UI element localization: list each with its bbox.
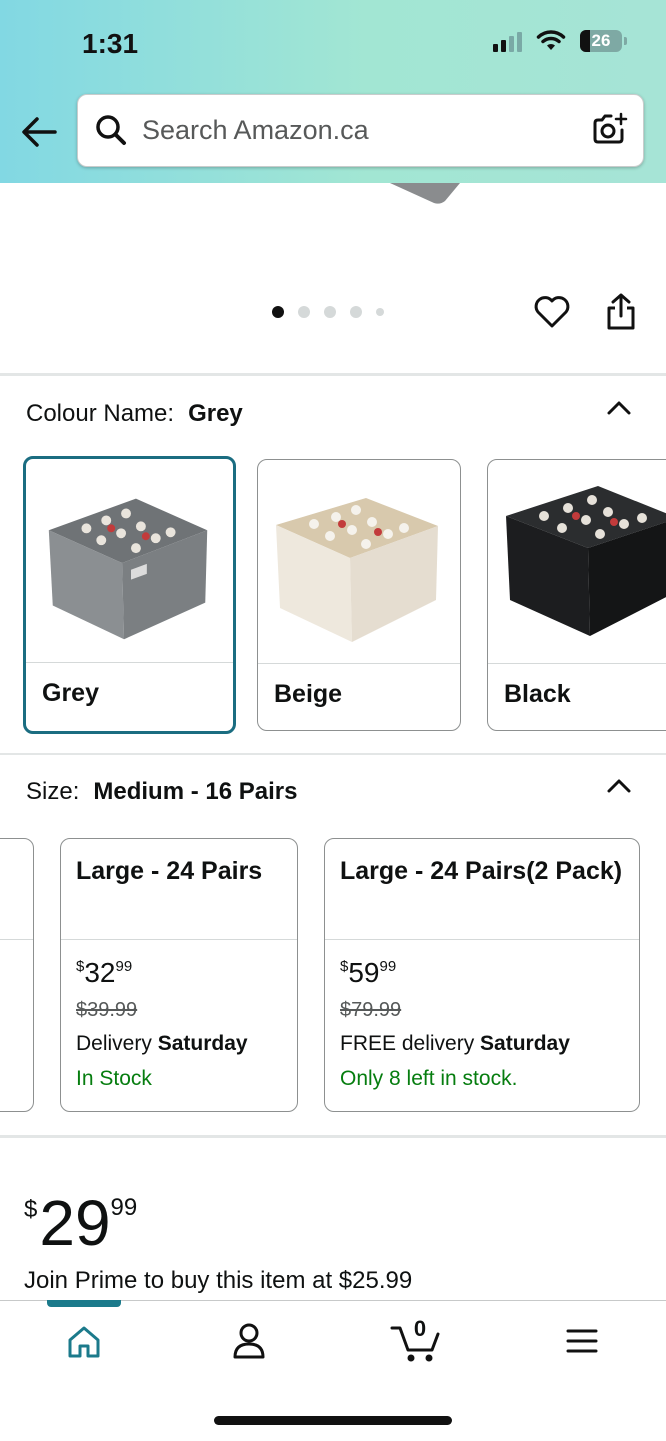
back-arrow-icon[interactable]	[20, 112, 58, 152]
section-divider	[0, 1135, 666, 1138]
account-icon[interactable]	[231, 1322, 267, 1360]
carousel-dot[interactable]	[350, 306, 362, 318]
camera-search-icon[interactable]	[591, 111, 629, 147]
colour-option-label: Beige	[274, 680, 343, 708]
wifi-icon	[536, 30, 566, 50]
carousel-dot[interactable]	[272, 306, 284, 318]
section-divider	[0, 753, 666, 755]
size-option-stock: Only 8 left in stock.	[340, 1067, 518, 1090]
section-divider	[0, 373, 666, 376]
size-selected-value: Medium - 16 Pairs	[93, 778, 298, 805]
size-option-partial[interactable]	[0, 838, 34, 1112]
product-image[interactable]	[0, 183, 666, 373]
product-price: $2999	[24, 1187, 138, 1259]
status-time: 1:31	[82, 28, 139, 59]
carousel-dot[interactable]	[298, 306, 310, 318]
beige-box-thumbnail	[276, 498, 438, 642]
search-placeholder: Search Amazon.ca	[142, 115, 369, 145]
colour-option-grey[interactable]: Grey	[23, 456, 236, 734]
colour-option-label: Black	[504, 680, 571, 708]
swatch-divider	[258, 663, 460, 664]
size-option-delivery: Delivery Saturday	[76, 1032, 248, 1055]
colour-option-label: Grey	[42, 679, 99, 707]
search-input[interactable]: Search Amazon.ca	[77, 94, 644, 167]
cart-button[interactable]: 0	[390, 1316, 442, 1364]
card-divider	[325, 939, 639, 940]
card-divider	[0, 939, 33, 940]
size-option-list-price: $39.99	[76, 999, 138, 1021]
size-option-list-price: $79.99	[340, 999, 402, 1021]
size-label-row: Size: Medium - 16 Pairs	[26, 778, 297, 806]
home-indicator	[214, 1416, 452, 1425]
grey-box-thumbnail	[48, 498, 208, 640]
chevron-up-icon[interactable]	[606, 398, 632, 416]
black-box-thumbnail	[506, 486, 666, 636]
product-image-edge	[390, 183, 460, 204]
cart-count: 0	[413, 1316, 427, 1341]
search-icon	[96, 115, 126, 145]
size-label: Size:	[26, 778, 80, 805]
size-option-delivery: FREE delivery Saturday	[340, 1032, 570, 1055]
chevron-up-icon[interactable]	[606, 776, 632, 794]
prime-offer-text[interactable]: Join Prime to buy this item at $25.99	[24, 1267, 412, 1295]
wishlist-heart-icon[interactable]	[533, 294, 571, 330]
colour-selected-value: Grey	[188, 400, 243, 427]
size-option-title: Large - 24 Pairs	[76, 857, 263, 885]
size-option-stock: In Stock	[76, 1067, 152, 1090]
size-option-title: Large - 24 Pairs(2 Pack)	[340, 857, 623, 885]
battery-level: 26	[591, 31, 611, 50]
colour-label-row: Colour Name: Grey	[26, 400, 243, 428]
size-option-large-24[interactable]: Large - 24 Pairs $3299 $39.99 Delivery S…	[60, 838, 298, 1112]
size-option-large-24-2pack[interactable]: Large - 24 Pairs(2 Pack) $5999 $79.99 FR…	[324, 838, 640, 1112]
card-divider	[61, 939, 297, 940]
nav-active-indicator	[47, 1300, 121, 1307]
image-carousel-dots[interactable]	[272, 306, 384, 318]
colour-option-beige[interactable]: Beige	[257, 459, 461, 731]
share-icon[interactable]	[604, 292, 638, 332]
size-option-price: $3299	[76, 957, 133, 988]
swatch-divider	[26, 662, 233, 663]
carousel-dot[interactable]	[324, 306, 336, 318]
carousel-dot[interactable]	[376, 308, 384, 316]
signal-icon	[493, 30, 522, 52]
colour-label: Colour Name:	[26, 400, 175, 427]
size-option-price: $5999	[340, 957, 397, 988]
top-header: 1:31 26 Search Amazon.ca	[0, 0, 666, 183]
home-icon[interactable]	[66, 1324, 102, 1360]
swatch-divider	[488, 663, 666, 664]
colour-option-black[interactable]: Black	[487, 459, 666, 731]
status-icons: 26	[493, 30, 627, 52]
battery-icon: 26	[580, 30, 627, 52]
menu-icon[interactable]	[566, 1328, 598, 1354]
